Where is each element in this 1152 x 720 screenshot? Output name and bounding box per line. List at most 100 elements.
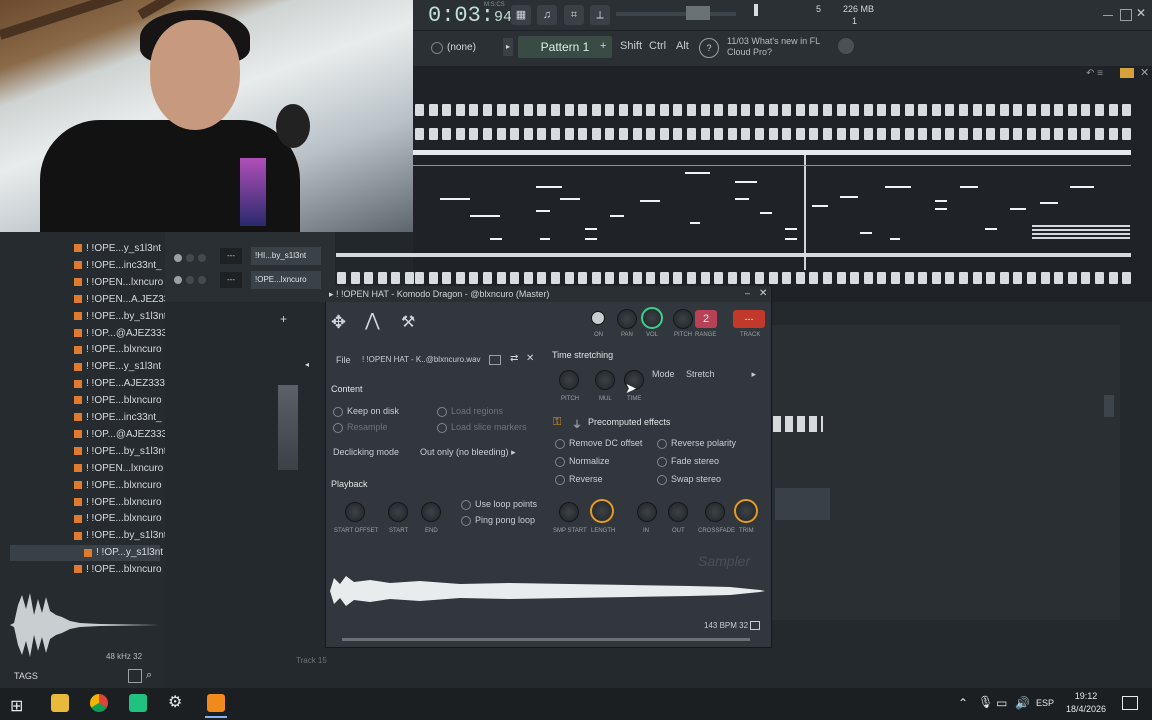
pattern-prev-arrow-icon[interactable]: ▸ <box>503 38 513 56</box>
step-key[interactable] <box>809 104 819 116</box>
browser-item[interactable]: ! !OPE...inc33nt_ <box>74 410 164 426</box>
pattern-note[interactable] <box>640 200 660 202</box>
pattern-mode-icon[interactable]: ▦ <box>511 5 531 25</box>
step-key[interactable] <box>1040 104 1050 116</box>
step-key[interactable] <box>591 272 601 284</box>
pattern-note[interactable] <box>960 186 978 188</box>
app-icon[interactable] <box>129 694 147 712</box>
step-key[interactable] <box>1013 272 1023 284</box>
step-key[interactable] <box>863 128 873 140</box>
step-key[interactable] <box>714 128 724 140</box>
step-key[interactable] <box>795 128 805 140</box>
pattern-selector[interactable]: Pattern 1 <box>518 36 612 58</box>
step-key[interactable] <box>646 272 656 284</box>
step-key[interactable] <box>455 104 465 116</box>
step-key[interactable] <box>578 104 588 116</box>
step-key[interactable] <box>428 272 438 284</box>
step-key[interactable] <box>823 104 832 116</box>
step-key[interactable] <box>564 128 574 140</box>
step-key[interactable] <box>891 128 900 140</box>
step-key[interactable] <box>1108 272 1118 284</box>
step-key[interactable] <box>1081 104 1091 116</box>
pattern-note[interactable] <box>540 238 550 240</box>
step-key[interactable] <box>1095 272 1104 284</box>
open-folder-icon[interactable] <box>489 355 501 365</box>
step-key[interactable] <box>836 128 846 140</box>
maximize-icon[interactable] <box>1120 9 1132 21</box>
pattern-note[interactable] <box>760 212 772 214</box>
step-key[interactable] <box>877 272 887 284</box>
step-key[interactable] <box>1067 128 1077 140</box>
browser-item[interactable]: ! !OPE...by_s1l3nt <box>74 528 167 544</box>
step-key[interactable] <box>795 272 805 284</box>
step-key[interactable] <box>850 128 860 140</box>
reverse-option[interactable]: Reverse <box>555 474 603 485</box>
step-key[interactable] <box>741 104 751 116</box>
playlist-menu-icon[interactable] <box>1120 68 1134 78</box>
step-key[interactable] <box>537 272 547 284</box>
pattern-note[interactable] <box>985 228 997 230</box>
pattern-note[interactable] <box>935 208 947 210</box>
remove-sample-icon[interactable]: ✕ <box>526 353 534 364</box>
pattern-note[interactable] <box>536 210 550 212</box>
start-offset-knob[interactable] <box>345 502 365 522</box>
step-key[interactable] <box>605 272 615 284</box>
pattern-note[interactable] <box>690 222 700 224</box>
step-key[interactable] <box>986 128 996 140</box>
step-key[interactable] <box>564 104 574 116</box>
sampler-close-icon[interactable]: ✕ <box>759 288 767 299</box>
step-key[interactable] <box>1122 128 1132 140</box>
browser-item[interactable]: ! !OPE...blxncuro <box>74 495 164 511</box>
tray-expand-icon[interactable]: ⌃ <box>958 696 968 710</box>
browser-item[interactable]: ! !OPE...blxncuro <box>74 511 164 527</box>
step-key[interactable] <box>931 128 941 140</box>
step-key[interactable] <box>863 104 873 116</box>
step-key[interactable] <box>350 272 360 284</box>
step-key[interactable] <box>632 272 642 284</box>
settings-icon[interactable]: ⚙ <box>168 692 182 712</box>
step-key[interactable] <box>700 272 710 284</box>
step-key[interactable] <box>1027 272 1036 284</box>
step-key[interactable] <box>605 128 615 140</box>
step-key[interactable] <box>1081 272 1091 284</box>
pattern-note[interactable] <box>1070 186 1094 188</box>
step-key[interactable] <box>999 272 1009 284</box>
step-key[interactable] <box>405 272 414 284</box>
wrench-key-icon[interactable]: ⚿ <box>553 416 561 429</box>
tempo-display[interactable] <box>686 6 710 20</box>
pattern-note[interactable] <box>560 198 580 200</box>
smp-start-knob[interactable] <box>559 502 579 522</box>
crossfade-knob[interactable] <box>705 502 725 522</box>
step-key[interactable] <box>836 272 846 284</box>
pattern-note[interactable] <box>490 238 502 240</box>
step-key[interactable] <box>551 128 560 140</box>
step-key[interactable] <box>782 272 792 284</box>
pattern-note[interactable] <box>885 186 911 188</box>
mixer-track-selector[interactable]: --- <box>733 310 765 328</box>
sampler-title-bar[interactable]: ▸ ! !OPEN HAT - Komodo Dragon - @blxncur… <box>325 286 770 302</box>
sample-waveform[interactable] <box>330 572 765 610</box>
step-key[interactable] <box>863 272 873 284</box>
step-key[interactable] <box>823 128 832 140</box>
start-knob[interactable] <box>388 502 408 522</box>
browser-item[interactable]: ! !OPE...blxncuro <box>74 562 164 578</box>
step-key[interactable] <box>850 104 860 116</box>
lock-icon[interactable]: ⏚ <box>572 416 582 431</box>
step-key[interactable] <box>809 128 819 140</box>
step-key[interactable] <box>877 128 887 140</box>
playlist-clip-bar[interactable] <box>413 150 1131 155</box>
step-key[interactable] <box>523 128 533 140</box>
step-key[interactable] <box>836 104 846 116</box>
step-key[interactable] <box>632 104 642 116</box>
step-key[interactable] <box>591 104 601 116</box>
step-key[interactable] <box>782 128 792 140</box>
channel-on-button[interactable] <box>591 311 605 325</box>
step-key[interactable] <box>428 128 438 140</box>
step-key[interactable] <box>959 104 968 116</box>
fade-stereo-option[interactable]: Fade stereo <box>657 456 719 467</box>
step-key[interactable] <box>578 272 588 284</box>
step-key[interactable] <box>768 272 778 284</box>
use-loop-points-option[interactable]: Use loop points <box>461 499 537 510</box>
step-key[interactable] <box>391 272 401 284</box>
step-key[interactable] <box>904 104 914 116</box>
